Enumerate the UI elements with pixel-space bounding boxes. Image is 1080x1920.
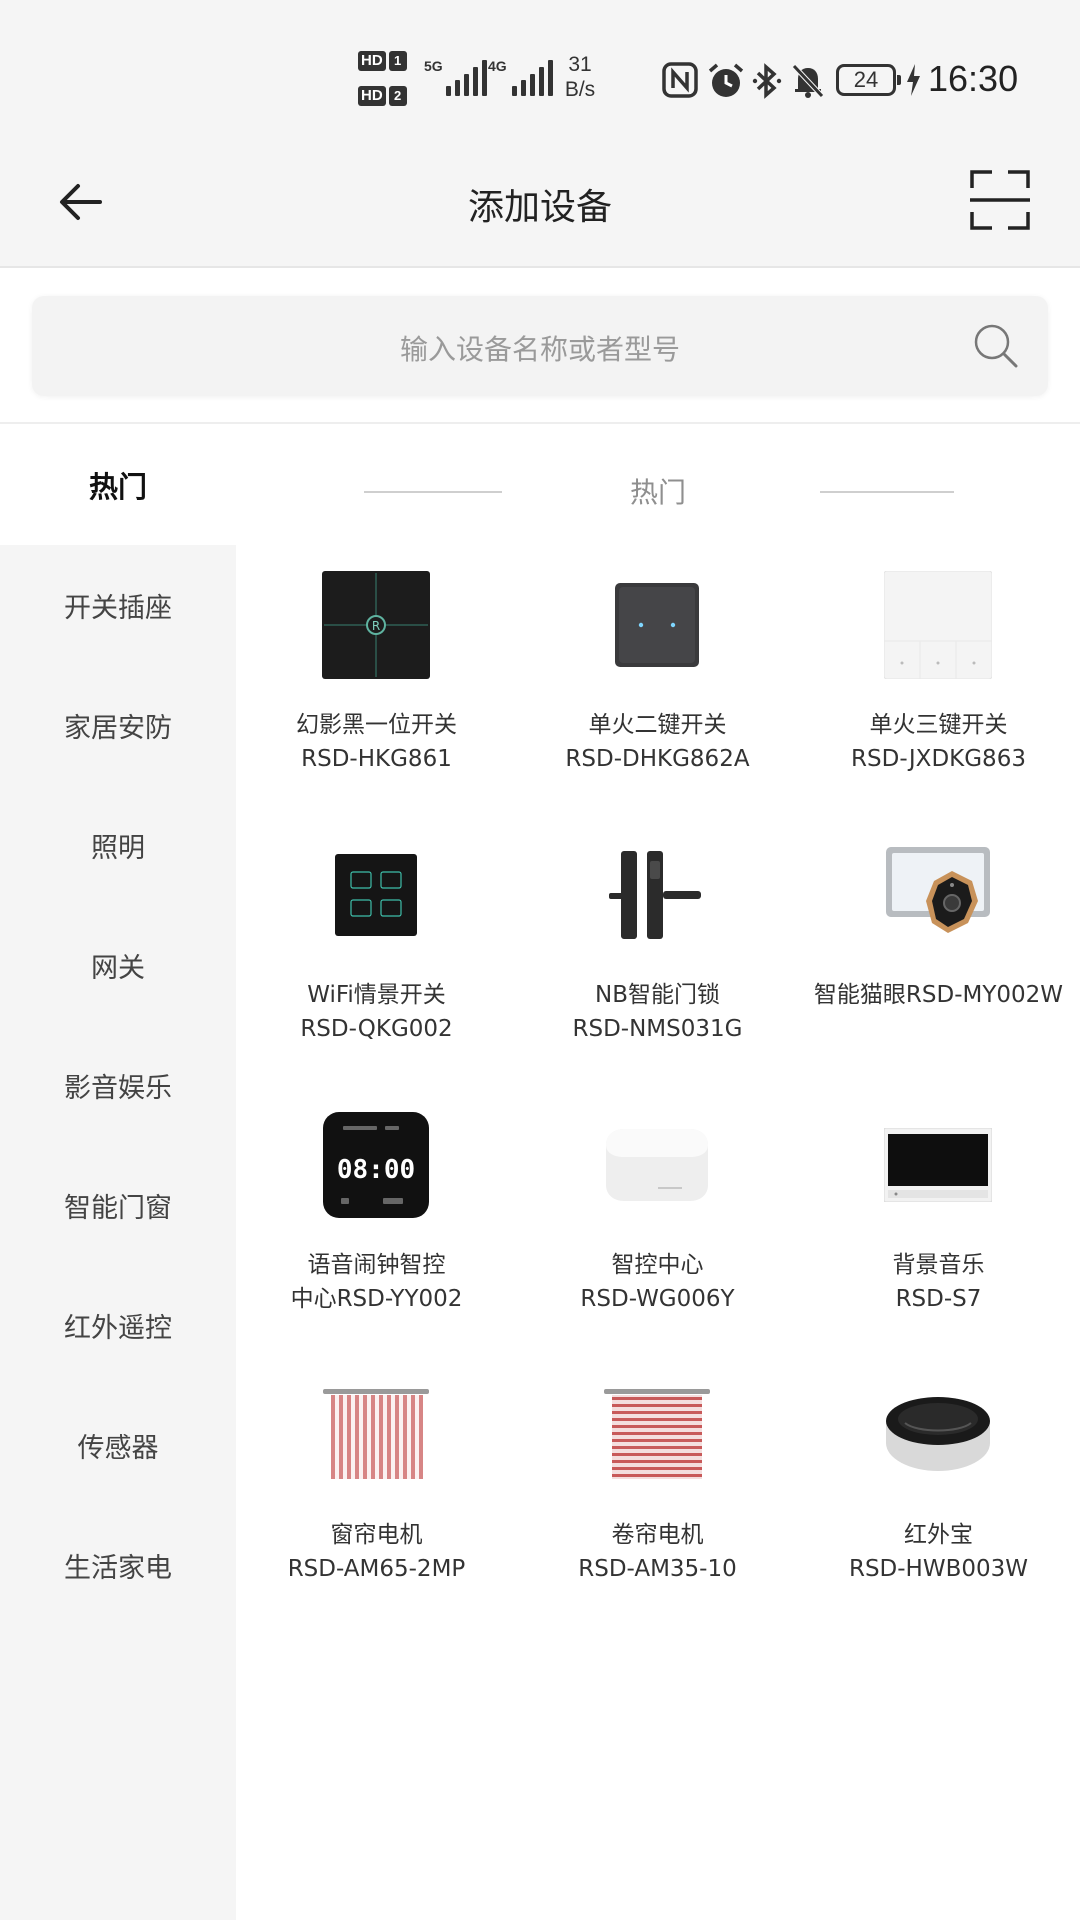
hd1-indicator: HD 1 (358, 50, 416, 72)
signal1-icon (446, 60, 487, 96)
background-music-panel-image (878, 1105, 998, 1225)
search-input[interactable]: 输入设备名称或者型号 (32, 296, 1048, 396)
device-model: RSD-WG006Y (580, 1286, 735, 1312)
scan-icon (970, 170, 1030, 230)
search-placeholder: 输入设备名称或者型号 (399, 333, 680, 366)
signal2-icon (512, 60, 553, 96)
device-name: 智控中心 (611, 1252, 704, 1278)
roller-blind-motor-image (597, 1375, 717, 1495)
device-card[interactable]: 单火二键开关 RSD-DHKG862A (517, 565, 798, 835)
search-section: 输入设备名称或者型号 (0, 268, 1080, 424)
device-name: 单火三键开关 (869, 712, 1008, 738)
device-card[interactable]: 卷帘电机 RSD-AM35-10 (517, 1375, 798, 1645)
top-bar: 添加设备 (0, 140, 1080, 268)
nfc-icon (662, 62, 698, 98)
status-bar: HD 1 HD 2 5G 4G 31 B/s 24 16:30 (0, 0, 1080, 140)
device-name: 背景音乐 (892, 1252, 985, 1278)
mute-bell-icon (792, 64, 824, 98)
device-name: NB智能门锁 (595, 982, 720, 1008)
device-card[interactable]: NB智能门锁 RSD-NMS031G (517, 835, 798, 1105)
sidebar-item-gateway[interactable]: 网关 (0, 905, 236, 1025)
hd2-indicator: HD 2 (358, 85, 416, 107)
section-divider-right (820, 491, 954, 493)
category-sidebar: 热门 开关插座 家居安防 照明 网关 影音娱乐 智能门窗 红外遥控 传感器 生活… (0, 425, 236, 1920)
sidebar-item-sensors[interactable]: 传感器 (0, 1385, 236, 1505)
network-speed: 31 B/s (558, 52, 602, 102)
device-name: 卷帘电机 (611, 1522, 704, 1548)
device-name: 红外宝 (904, 1522, 973, 1548)
network-speed-unit: B/s (564, 78, 596, 101)
hd2-number: 2 (388, 86, 407, 106)
device-card[interactable]: 智能猫眼RSD-MY002W (798, 835, 1079, 1105)
device-model: RSD-AM65-2MP (287, 1556, 466, 1582)
device-content: 热门 R 幻影黑一位开关 RSD-HKG861 单火二键开关 RSD-DHKG8… (236, 425, 1080, 1920)
section-header: 热门 (236, 471, 1080, 511)
hd2-label: HD (358, 86, 386, 106)
device-card[interactable]: 单火三键开关 RSD-JXDKG863 (798, 565, 1079, 835)
charging-icon (907, 64, 920, 96)
device-card[interactable]: 智控中心 RSD-WG006Y (517, 1105, 798, 1375)
device-card[interactable]: 窗帘电机 RSD-AM65-2MP (236, 1375, 517, 1645)
device-name: 智能猫眼RSD-MY002W (813, 982, 1064, 1008)
black-switch-image: R (316, 565, 436, 685)
sidebar-item-switch-socket[interactable]: 开关插座 (0, 545, 236, 665)
device-card[interactable]: R 幻影黑一位开关 RSD-HKG861 (236, 565, 517, 835)
gateway-hub-image (597, 1105, 717, 1225)
device-name: 窗帘电机 (330, 1522, 423, 1548)
alarm-clock-hub-image: 08:00 (316, 1105, 436, 1225)
device-model: RSD-DHKG862A (565, 746, 750, 772)
device-model: RSD-JXDKG863 (851, 746, 1026, 772)
peephole-camera-image (878, 835, 998, 955)
device-model: RSD-AM35-10 (578, 1556, 737, 1582)
sidebar-item-ir-remote[interactable]: 红外遥控 (0, 1265, 236, 1385)
three-key-switch-image (878, 565, 998, 685)
signal2-label: 4G (488, 58, 507, 74)
bluetooth-icon (752, 63, 782, 99)
sidebar-item-appliances[interactable]: 生活家电 (0, 1505, 236, 1625)
clock-display: 08:00 (337, 1155, 415, 1185)
device-model: RSD-HKG861 (301, 746, 452, 772)
hd1-number: 1 (388, 51, 407, 71)
sidebar-item-hot[interactable]: 热门 (0, 425, 236, 545)
device-card[interactable]: 背景音乐 RSD-S7 (798, 1105, 1079, 1375)
two-key-switch-image (597, 565, 717, 685)
device-model: RSD-NMS031G (572, 1016, 743, 1042)
curtain-motor-image (316, 1375, 436, 1495)
scene-switch-image (316, 835, 436, 955)
door-lock-image (597, 835, 717, 955)
clock: 16:30 (928, 58, 1019, 99)
device-name: 幻影黑一位开关 (296, 712, 457, 738)
device-model: 中心RSD-YY002 (290, 1286, 463, 1312)
device-name: 语音闹钟智控 (307, 1252, 446, 1278)
sidebar-item-smart-doors[interactable]: 智能门窗 (0, 1145, 236, 1265)
alarm-icon (708, 63, 744, 97)
device-name: WiFi情景开关 (307, 982, 446, 1008)
network-speed-value: 31 (568, 53, 592, 76)
page-title: 添加设备 (467, 187, 612, 228)
scan-button[interactable] (964, 164, 1036, 236)
device-card[interactable]: WiFi情景开关 RSD-QKG002 (236, 835, 517, 1105)
search-icon[interactable] (968, 318, 1024, 374)
svg-text:R: R (372, 619, 380, 633)
sidebar-item-entertainment[interactable]: 影音娱乐 (0, 1025, 236, 1145)
sidebar-item-lighting[interactable]: 照明 (0, 785, 236, 905)
battery-indicator: 24 (836, 64, 901, 96)
sidebar-item-home-security[interactable]: 家居安防 (0, 665, 236, 785)
ir-blaster-image (878, 1375, 998, 1495)
device-model: RSD-QKG002 (300, 1016, 453, 1042)
device-card[interactable]: 红外宝 RSD-HWB003W (798, 1375, 1079, 1645)
signal1-label: 5G (424, 58, 443, 74)
device-name: 单火二键开关 (588, 712, 727, 738)
device-card[interactable]: 08:00 语音闹钟智控 中心RSD-YY002 (236, 1105, 517, 1375)
device-model: RSD-HWB003W (848, 1556, 1029, 1582)
device-model: RSD-S7 (895, 1286, 982, 1312)
hd1-label: HD (358, 51, 386, 71)
